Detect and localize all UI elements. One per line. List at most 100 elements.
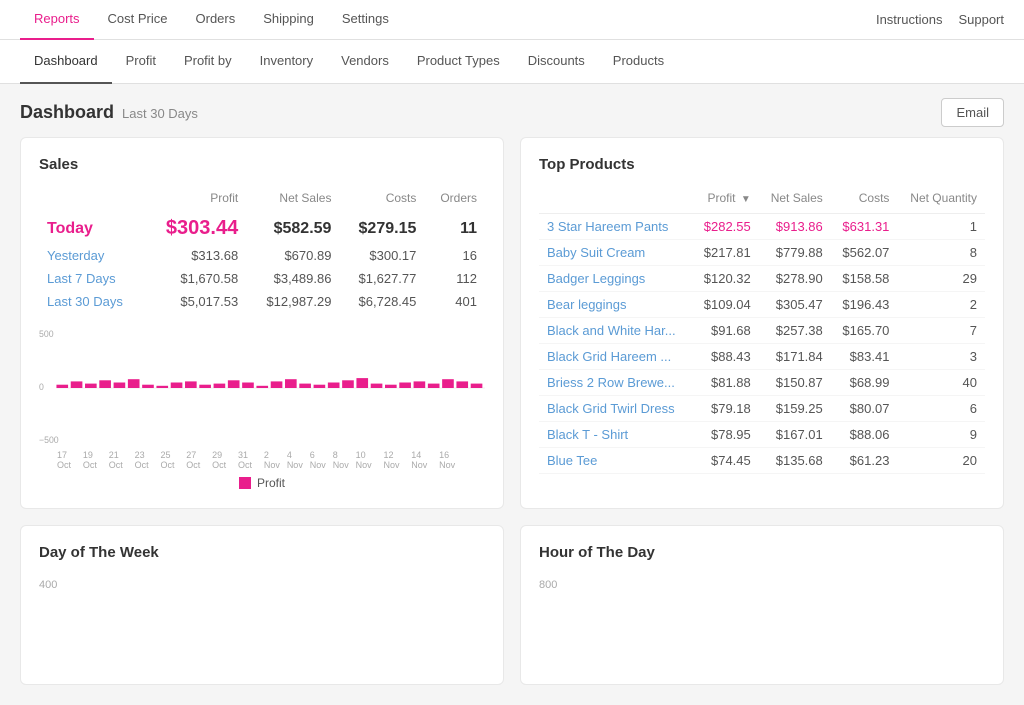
product-profit: $282.55 [692, 214, 759, 240]
product-row: Badger Leggings$120.32$278.90$158.5829 [539, 266, 985, 292]
products-col-qty: Net Quantity [897, 187, 985, 214]
bar [356, 378, 368, 388]
sales-row-costs: $300.17 [339, 244, 424, 267]
product-costs: $68.99 [831, 370, 898, 396]
day-of-week-title: Day of The Week [39, 544, 485, 561]
sales-row[interactable]: Yesterday$313.68$670.89$300.1716 [39, 244, 485, 267]
product-net-sales: $305.47 [759, 292, 831, 318]
sales-row[interactable]: Last 30 Days$5,017.53$12,987.29$6,728.45… [39, 290, 485, 313]
tab-vendors[interactable]: Vendors [327, 40, 403, 84]
product-profit: $109.04 [692, 292, 759, 318]
product-profit: $88.43 [692, 344, 759, 370]
bar [471, 384, 483, 388]
col-label [39, 187, 145, 213]
chart-x-label: 14 Nov [411, 450, 439, 470]
product-row: Black and White Har...$91.68$257.38$165.… [539, 318, 985, 344]
svg-text:0: 0 [39, 382, 44, 392]
tab-inventory[interactable]: Inventory [246, 40, 327, 84]
product-qty: 7 [897, 318, 985, 344]
product-name[interactable]: Black Grid Twirl Dress [539, 396, 692, 422]
nav-shipping[interactable]: Shipping [249, 0, 328, 40]
product-profit: $120.32 [692, 266, 759, 292]
legend-dot [239, 477, 251, 489]
sales-row[interactable]: Last 7 Days$1,670.58$3,489.86$1,627.7711… [39, 267, 485, 290]
product-row: Black T - Shirt$78.95$167.01$88.069 [539, 422, 985, 448]
sales-row-label[interactable]: Today [39, 213, 145, 244]
products-col-net-sales: Net Sales [759, 187, 831, 214]
chart-x-label: 21 Oct [109, 450, 135, 470]
product-qty: 40 [897, 370, 985, 396]
product-name[interactable]: Black and White Har... [539, 318, 692, 344]
sales-row-orders: 16 [424, 244, 485, 267]
product-profit: $81.88 [692, 370, 759, 396]
chart-x-label: 19 Oct [83, 450, 109, 470]
bar [85, 384, 97, 388]
product-qty: 1 [897, 214, 985, 240]
bar [285, 379, 297, 388]
bar [228, 380, 240, 388]
sub-nav: Dashboard Profit Profit by Inventory Ven… [0, 40, 1024, 84]
product-profit: $91.68 [692, 318, 759, 344]
nav-orders[interactable]: Orders [182, 0, 250, 40]
sales-card-title: Sales [39, 156, 485, 173]
email-button[interactable]: Email [941, 98, 1004, 127]
bar [71, 381, 83, 388]
nav-settings[interactable]: Settings [328, 0, 403, 40]
tab-products[interactable]: Products [599, 40, 678, 84]
tab-discounts[interactable]: Discounts [514, 40, 599, 84]
chart-legend: Profit [39, 476, 485, 490]
sales-row-net-sales: $3,489.86 [246, 267, 339, 290]
product-name[interactable]: Briess 2 Row Brewe... [539, 370, 692, 396]
sales-row-net-sales: $670.89 [246, 244, 339, 267]
product-costs: $158.58 [831, 266, 898, 292]
products-col-name [539, 187, 692, 214]
instructions-link[interactable]: Instructions [876, 12, 942, 27]
chart-x-label: 12 Nov [383, 450, 411, 470]
product-costs: $562.07 [831, 240, 898, 266]
tab-dashboard[interactable]: Dashboard [20, 40, 112, 84]
sales-row-costs: $1,627.77 [339, 267, 424, 290]
product-profit: $79.18 [692, 396, 759, 422]
products-col-profit[interactable]: Profit ▼ [692, 187, 759, 214]
product-name[interactable]: Black T - Shirt [539, 422, 692, 448]
tab-product-types[interactable]: Product Types [403, 40, 514, 84]
tab-profit-by[interactable]: Profit by [170, 40, 246, 84]
bar [414, 381, 426, 388]
product-name[interactable]: Blue Tee [539, 448, 692, 474]
hour-y-label: 800 [539, 575, 985, 591]
sales-row-net-sales: $12,987.29 [246, 290, 339, 313]
chart-x-label: 25 Oct [160, 450, 186, 470]
product-name[interactable]: 3 Star Hareem Pants [539, 214, 692, 240]
sales-row-label[interactable]: Last 7 Days [39, 267, 145, 290]
page-header: Dashboard Last 30 Days Email [0, 84, 1024, 137]
chart-x-label: 16 Nov [439, 450, 467, 470]
sales-table: Profit Net Sales Costs Orders Today$303.… [39, 187, 485, 313]
sales-row-label[interactable]: Yesterday [39, 244, 145, 267]
product-row: 3 Star Hareem Pants$282.55$913.86$631.31… [539, 214, 985, 240]
sales-row-orders: 401 [424, 290, 485, 313]
product-name[interactable]: Badger Leggings [539, 266, 692, 292]
product-name[interactable]: Baby Suit Cream [539, 240, 692, 266]
bar [256, 386, 268, 388]
top-products-title: Top Products [539, 156, 985, 173]
product-name[interactable]: Black Grid Hareem ... [539, 344, 692, 370]
legend-label: Profit [257, 476, 285, 490]
bar [299, 384, 311, 388]
sales-card: Sales Profit Net Sales Costs Orders Toda… [20, 137, 504, 509]
nav-reports[interactable]: Reports [20, 0, 94, 40]
product-costs: $88.06 [831, 422, 898, 448]
bar [371, 384, 383, 388]
product-qty: 29 [897, 266, 985, 292]
product-name[interactable]: Bear leggings [539, 292, 692, 318]
nav-cost-price[interactable]: Cost Price [94, 0, 182, 40]
support-link[interactable]: Support [958, 12, 1004, 27]
sales-row-label[interactable]: Last 30 Days [39, 290, 145, 313]
product-row: Baby Suit Cream$217.81$779.88$562.078 [539, 240, 985, 266]
page-title: Dashboard [20, 102, 114, 123]
sales-row-profit: $5,017.53 [145, 290, 247, 313]
product-profit: $74.45 [692, 448, 759, 474]
bar [271, 381, 283, 388]
product-qty: 8 [897, 240, 985, 266]
bar [156, 386, 168, 388]
tab-profit[interactable]: Profit [112, 40, 170, 84]
